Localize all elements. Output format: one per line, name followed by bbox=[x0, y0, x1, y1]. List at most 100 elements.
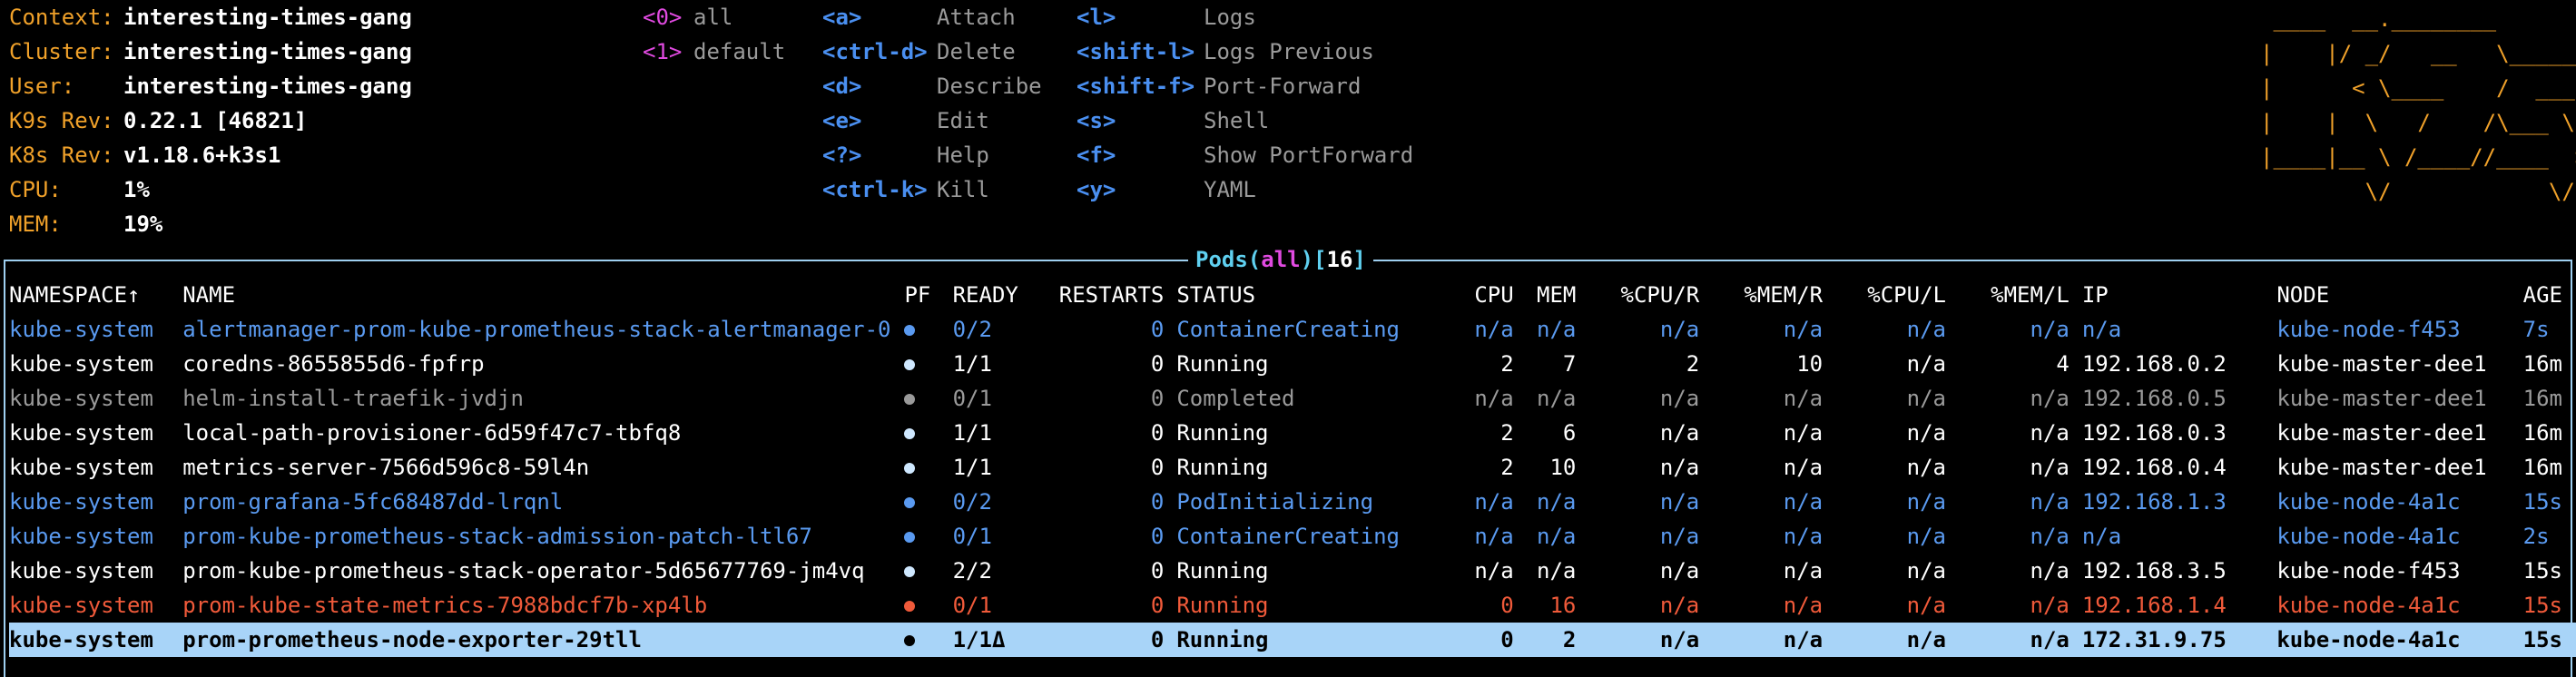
context-label: User: bbox=[9, 74, 75, 99]
cell-mem: n/a bbox=[1537, 524, 1577, 549]
cell-cpu: 2 bbox=[1500, 455, 1514, 480]
column-header-namespace-[interactable]: NAMESPACE↑ bbox=[9, 278, 182, 312]
cell-mem: 2 bbox=[1526, 623, 1589, 657]
cell-meml: n/a bbox=[2030, 593, 2070, 618]
namespace-shortcuts: <0> all <1> default bbox=[643, 0, 785, 69]
cell-status: PodInitializing bbox=[1176, 489, 1374, 515]
cell-ip: n/a bbox=[2081, 524, 2122, 549]
cell-status: Running bbox=[1176, 455, 1269, 480]
context-label: Cluster: bbox=[9, 39, 114, 64]
column-header-name[interactable]: NAME bbox=[182, 278, 904, 312]
column-header-ip[interactable]: IP bbox=[2082, 278, 2276, 312]
hotkey-show-portforward[interactable]: <f> Show PortForward bbox=[1077, 138, 1413, 172]
hotkey-key: <?> bbox=[822, 142, 862, 168]
cell-pf bbox=[904, 588, 952, 623]
column-header-restarts[interactable]: RESTARTS bbox=[1050, 278, 1176, 312]
cell-meml: n/a bbox=[2030, 386, 2070, 411]
hotkey-attach[interactable]: <a> Attach bbox=[822, 0, 1042, 34]
cell-node: kube-node-4a1c bbox=[2276, 524, 2461, 549]
cell-age: 15s bbox=[2522, 593, 2562, 618]
column-header--mem-l[interactable]: %MEM/L bbox=[1959, 278, 2082, 312]
context-label: CPU: bbox=[9, 177, 62, 202]
column-header--cpu-r[interactable]: %CPU/R bbox=[1588, 278, 1712, 312]
hotkey-key: <d> bbox=[822, 74, 862, 99]
cell-cpul: n/a bbox=[1906, 420, 1946, 446]
cell-cpur: n/a bbox=[1659, 558, 1700, 584]
cell-pf bbox=[904, 519, 952, 554]
cell-ready: 0/1 bbox=[952, 593, 992, 618]
cell-name: helm-install-traefik-jvdjn bbox=[182, 386, 524, 411]
table-row[interactable]: kube-system metrics-server-7566d596c8-59l… bbox=[9, 450, 2576, 485]
table-row[interactable]: kube-system prom-kube-prometheus-stack-ad… bbox=[9, 519, 2576, 554]
cell-ready: 0/2 bbox=[952, 489, 992, 515]
hotkey-key: <a> bbox=[822, 5, 862, 30]
cell-ready: 1/1 bbox=[952, 351, 992, 377]
cell-node: kube-master-dee1 bbox=[2276, 455, 2487, 480]
cell-memr: n/a bbox=[1783, 489, 1824, 515]
cell-restarts: 0 bbox=[1150, 420, 1165, 446]
hotkey-logs[interactable]: <l> Logs bbox=[1077, 0, 1413, 34]
hotkey-shell[interactable]: <s> Shell bbox=[1077, 103, 1413, 138]
column-header-pf[interactable]: PF bbox=[904, 278, 952, 312]
hotkey-describe[interactable]: <d> Describe bbox=[822, 69, 1042, 103]
table-row[interactable]: kube-system prom-kube-prometheus-stack-op… bbox=[9, 554, 2576, 588]
hotkey-label: Show PortForward bbox=[1204, 142, 1414, 168]
cell-age: 16m bbox=[2522, 351, 2562, 377]
cell-ns: kube-system bbox=[9, 317, 153, 342]
hotkey-port-forward[interactable]: <shift-f> Port-Forward bbox=[1077, 69, 1413, 103]
cell-restarts: 0 bbox=[1150, 524, 1165, 549]
status-dot-icon bbox=[904, 394, 916, 405]
column-header-node[interactable]: NODE bbox=[2276, 278, 2522, 312]
cell-cpu: 2 bbox=[1500, 420, 1514, 446]
logo-line: | | \ / /\___ \ bbox=[2260, 110, 2575, 135]
column-header--mem-r[interactable]: %MEM/R bbox=[1712, 278, 1835, 312]
cell-name: prom-grafana-5fc68487dd-lrqnl bbox=[182, 489, 564, 515]
cell-memr: n/a bbox=[1783, 386, 1824, 411]
hotkey-logs-previous[interactable]: <shift-l> Logs Previous bbox=[1077, 34, 1413, 69]
cell-age: 15s bbox=[2522, 489, 2562, 515]
table-row[interactable]: kube-system coredns-8655855d6-fpfrp 1/1 0 Ru… bbox=[9, 347, 2576, 381]
cell-mem: 6 bbox=[1562, 420, 1577, 446]
cell-mem: n/a bbox=[1537, 558, 1577, 584]
cell-cpu: n/a bbox=[1474, 558, 1514, 584]
table-row[interactable]: kube-system local-path-provisioner-6d59f4… bbox=[9, 416, 2576, 450]
column-header-status[interactable]: STATUS bbox=[1176, 278, 1438, 312]
cell-restarts: 0 bbox=[1050, 623, 1177, 657]
hotkey-help[interactable]: <?> Help bbox=[822, 138, 1042, 172]
hotkey-key: <f> bbox=[1077, 142, 1116, 168]
cell-ip: 192.168.0.4 bbox=[2081, 455, 2227, 480]
cell-ready: 1/1 bbox=[952, 455, 992, 480]
table-row[interactable]: kube-system prom-prometheus-node-exporter… bbox=[9, 623, 2576, 657]
hotkeys-column-1: <a> Attach <ctrl-d> Delete <d> Describe <e> Edi… bbox=[822, 0, 1042, 207]
pods-title: Pods(all)[16] bbox=[1188, 245, 1373, 274]
table-row[interactable]: kube-system helm-install-traefik-jvdjn 0/1… bbox=[9, 381, 2576, 416]
cell-ns: kube-system bbox=[9, 420, 153, 446]
column-header-mem[interactable]: MEM bbox=[1527, 278, 1589, 312]
cell-age: 16m bbox=[2522, 420, 2562, 446]
table-row[interactable]: kube-system prom-grafana-5fc68487dd-lrqnl… bbox=[9, 485, 2576, 519]
logo-line: |____|__ \ /____//____ > bbox=[2260, 144, 2576, 170]
cell-name: prom-kube-state-metrics-7988bdcf7b-xp4lb bbox=[182, 593, 708, 618]
cell-ns: kube-system bbox=[9, 489, 153, 515]
context-label: K9s Rev: bbox=[9, 108, 114, 133]
column-header-age[interactable]: AGE bbox=[2523, 278, 2576, 312]
table-row[interactable]: kube-system prom-kube-state-metrics-7988b… bbox=[9, 588, 2576, 623]
namespace-key: <1> bbox=[643, 39, 683, 64]
pods-table: NAMESPACE↑ NAME PF READY RESTARTS STATUS CPU ME… bbox=[9, 278, 2576, 657]
cell-mem: n/a bbox=[1537, 317, 1577, 342]
hotkey-edit[interactable]: <e> Edit bbox=[822, 103, 1042, 138]
cell-cpur: n/a bbox=[1659, 455, 1700, 480]
cell-restarts: 0 bbox=[1150, 489, 1165, 515]
namespace-shortcut[interactable]: <0> all bbox=[643, 0, 785, 34]
context-row: MEM: 19% bbox=[9, 207, 412, 241]
column-header-ready[interactable]: READY bbox=[953, 278, 1051, 312]
cell-memr: n/a bbox=[1783, 317, 1824, 342]
hotkey-kill[interactable]: <ctrl-k> Kill bbox=[822, 172, 1042, 207]
hotkey-delete[interactable]: <ctrl-d> Delete bbox=[822, 34, 1042, 69]
namespace-shortcut[interactable]: <1> default bbox=[643, 34, 785, 69]
column-header-cpu[interactable]: CPU bbox=[1438, 278, 1526, 312]
table-row[interactable]: kube-system alertmanager-prom-kube-promet… bbox=[9, 312, 2576, 347]
hotkey-yaml[interactable]: <y> YAML bbox=[1077, 172, 1413, 207]
context-row: CPU: 1% bbox=[9, 172, 412, 207]
column-header--cpu-l[interactable]: %CPU/L bbox=[1835, 278, 1959, 312]
